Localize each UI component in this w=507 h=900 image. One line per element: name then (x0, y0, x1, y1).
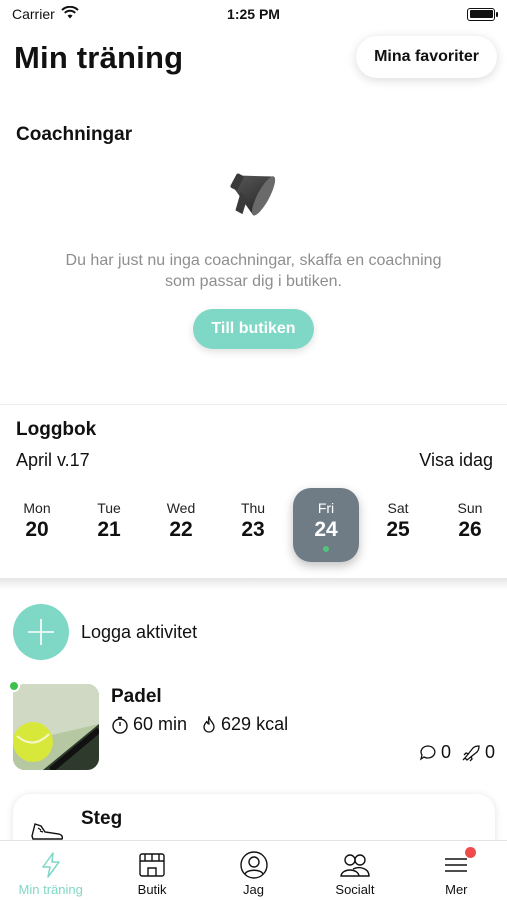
day-number: 26 (458, 518, 482, 541)
tab-label: Socialt (335, 882, 375, 897)
day-name: Mon (23, 500, 51, 516)
header: Min träning Mina favoriter (0, 36, 507, 84)
day-number: 22 (169, 518, 193, 541)
activity-dot (323, 546, 329, 552)
day-sat[interactable]: Sat 25 (365, 488, 431, 562)
duration-stat: 60 min (111, 714, 187, 735)
day-number: 20 (25, 518, 49, 541)
activity-name[interactable]: Padel (111, 686, 162, 708)
status-left: Carrier (12, 5, 79, 22)
plus-icon (28, 619, 54, 645)
day-fri-selected[interactable]: Fri 24 (293, 488, 359, 562)
likes[interactable]: 0 (461, 742, 495, 763)
people-icon (339, 849, 371, 881)
show-today-link[interactable]: Visa idag (419, 450, 493, 471)
status-dot (8, 680, 20, 692)
tab-label: Min träning (18, 882, 83, 897)
steps-label: Steg (81, 808, 123, 829)
carrier-label: Carrier (12, 6, 55, 22)
tab-min-traning[interactable]: Min träning (0, 841, 101, 900)
notification-badge (464, 847, 476, 858)
day-wed[interactable]: Wed 22 (148, 488, 214, 562)
coaching-title: Coachningar (16, 124, 133, 145)
day-mon[interactable]: Mon 20 (4, 488, 70, 562)
wifi-icon (61, 5, 79, 22)
day-number: 21 (97, 518, 121, 541)
stopwatch-icon (112, 716, 128, 734)
day-number: 25 (386, 518, 410, 541)
comment-icon (419, 744, 436, 760)
tab-butik[interactable]: Butik (101, 841, 202, 900)
day-number: 24 (314, 518, 338, 541)
lightning-icon (35, 849, 67, 881)
tab-label: Mer (445, 882, 468, 897)
coaching-empty-line1: Du har just nu inga coachningar, skaffa … (65, 252, 442, 269)
comments-count: 0 (440, 742, 451, 762)
day-name: Wed (166, 500, 196, 516)
add-activity-button[interactable] (13, 604, 69, 660)
kcal-stat: 629 kcal (201, 714, 288, 735)
kcal-value: 629 kcal (221, 714, 289, 734)
day-name: Sun (457, 500, 483, 516)
favorites-button[interactable]: Mina favoriter (356, 36, 497, 78)
day-name: Sat (387, 500, 409, 516)
day-thu[interactable]: Thu 23 (220, 488, 286, 562)
duration-value: 60 min (133, 714, 188, 734)
coaching-empty-text: Du har just nu inga coachningar, skaffa … (40, 250, 467, 292)
page-title: Min träning (14, 40, 184, 75)
section-shadow (0, 578, 507, 590)
tab-mer[interactable]: Mer (406, 841, 507, 900)
store-icon (136, 849, 168, 881)
tab-jag[interactable]: Jag (203, 841, 304, 900)
user-icon (238, 849, 270, 881)
day-number: 23 (241, 518, 265, 541)
tab-bar: Min träning Butik Jag Socialt Mer (0, 840, 507, 900)
activity-social: 0 0 (419, 742, 495, 763)
coaching-empty-line2: som passar dig i butiken. (165, 273, 342, 290)
tab-label: Jag (243, 882, 264, 897)
tab-label: Butik (137, 882, 167, 897)
tab-socialt[interactable]: Socialt (304, 841, 405, 900)
flame-icon (203, 715, 215, 733)
section-divider (0, 404, 507, 405)
likes-count: 0 (484, 742, 495, 762)
battery-icon (467, 7, 498, 21)
comments[interactable]: 0 (419, 742, 451, 763)
activity-stats: 60 min 629 kcal (111, 714, 302, 735)
day-name: Tue (97, 500, 121, 516)
day-name: Fri (317, 500, 335, 516)
padel-thumbnail[interactable] (13, 684, 99, 770)
megaphone-icon (224, 158, 288, 228)
logbook-title: Loggbok (16, 419, 97, 440)
shop-button[interactable]: Till butiken (193, 309, 314, 349)
add-activity-label[interactable]: Logga aktivitet (81, 622, 197, 643)
rocket-icon (462, 744, 480, 761)
status-bar: Carrier 1:25 PM (0, 0, 507, 28)
day-name: Thu (240, 500, 266, 516)
day-sun[interactable]: Sun 26 (437, 488, 503, 562)
day-tue[interactable]: Tue 21 (76, 488, 142, 562)
week-day-selector: Mon 20 Tue 21 Wed 22 Thu 23 Fri 24 Sat 2… (0, 488, 507, 564)
logbook-week: April v.17 (16, 450, 90, 470)
